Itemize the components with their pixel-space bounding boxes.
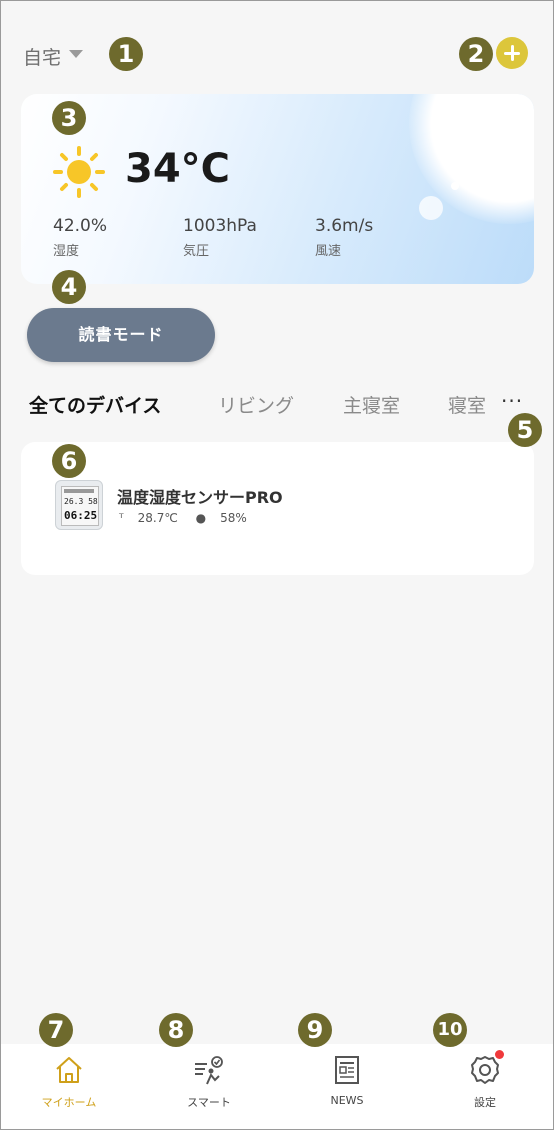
device-stats: ᵀ 28.7℃ ● 58% — [119, 511, 261, 525]
marker-7: 7 — [39, 1013, 73, 1047]
nav-label: スマート — [187, 1096, 231, 1109]
marker-5: 5 — [508, 413, 542, 447]
humidity-metric: 42.0% 湿度 — [53, 216, 107, 259]
device-name: 温度湿度センサーPRO — [117, 488, 283, 507]
smart-scene-icon — [193, 1054, 225, 1086]
sun-icon — [53, 146, 105, 198]
weather-card[interactable]: 34°C 42.0% 湿度 1003hPa 気圧 3.6m/s 風速 — [21, 94, 534, 284]
reading-mode-button[interactable]: 読書モード — [27, 308, 215, 362]
device-temperature: 28.7℃ — [137, 511, 178, 525]
marker-4: 4 — [52, 270, 86, 304]
temperature-value: 34°C — [125, 146, 231, 192]
gear-icon — [469, 1050, 504, 1086]
humidity-label: 湿度 — [53, 244, 80, 259]
marker-3: 3 — [52, 101, 86, 135]
wind-value: 3.6m/s — [315, 216, 374, 236]
screen-header-bar — [64, 489, 94, 493]
marker-2: 2 — [459, 37, 493, 71]
nav-label: マイホーム — [41, 1096, 97, 1109]
wind-metric: 3.6m/s 風速 — [315, 216, 373, 259]
tab-master-bedroom[interactable]: 主寝室 — [343, 391, 400, 418]
news-icon — [331, 1054, 363, 1086]
bubble-decoration — [419, 196, 443, 220]
marker-8: 8 — [159, 1013, 193, 1047]
nav-label: NEWS — [330, 1094, 364, 1107]
nav-news[interactable]: NEWS — [297, 1054, 397, 1107]
app-screen: 自宅 34°C 42.0% 湿度 1003hPa 気圧 3.6m/s 風速 読書… — [0, 0, 554, 1130]
nav-settings[interactable]: 設定 — [435, 1050, 535, 1110]
home-icon — [53, 1054, 85, 1086]
sensor-thumbnail: 26.3 58 06:25 — [55, 480, 103, 530]
home-selector[interactable]: 自宅 — [23, 43, 61, 70]
sensor-screen: 26.3 58 06:25 — [61, 486, 99, 526]
tab-bedroom[interactable]: 寝室 — [448, 391, 486, 418]
bubble-decoration — [451, 182, 459, 190]
thermometer-icon: ᵀ — [119, 511, 124, 525]
notification-dot — [495, 1050, 504, 1059]
more-tabs-button[interactable]: ··· — [501, 389, 523, 413]
device-humidity: 58% — [220, 511, 247, 525]
marker-9: 9 — [298, 1013, 332, 1047]
pressure-value: 1003hPa — [183, 216, 257, 236]
caret-down-icon[interactable] — [69, 50, 83, 58]
nav-my-home[interactable]: マイホーム — [19, 1054, 119, 1110]
bottom-navigation: マイホーム スマート NEWS 設定 — [1, 1044, 553, 1129]
nav-label: 設定 — [474, 1096, 496, 1109]
wind-label: 風速 — [315, 244, 342, 259]
droplet-icon: ● — [195, 511, 207, 525]
humidity-value: 42.0% — [53, 216, 108, 236]
screen-time: 06:25 — [64, 509, 98, 522]
marker-6: 6 — [52, 444, 86, 478]
device-card[interactable]: 26.3 58 06:25 温度湿度センサーPRO ᵀ 28.7℃ ● 58% — [21, 442, 534, 575]
add-device-button[interactable] — [496, 37, 528, 69]
screen-readings: 26.3 58 — [64, 497, 98, 506]
home-label: 自宅 — [23, 47, 62, 69]
nav-smart[interactable]: スマート — [159, 1054, 259, 1110]
tab-all-devices[interactable]: 全てのデバイス — [29, 391, 161, 418]
pressure-metric: 1003hPa 気圧 — [183, 216, 257, 259]
marker-10: 10 — [433, 1013, 467, 1047]
tab-living[interactable]: リビング — [218, 391, 294, 418]
marker-1: 1 — [109, 37, 143, 71]
pressure-label: 気圧 — [183, 244, 210, 259]
